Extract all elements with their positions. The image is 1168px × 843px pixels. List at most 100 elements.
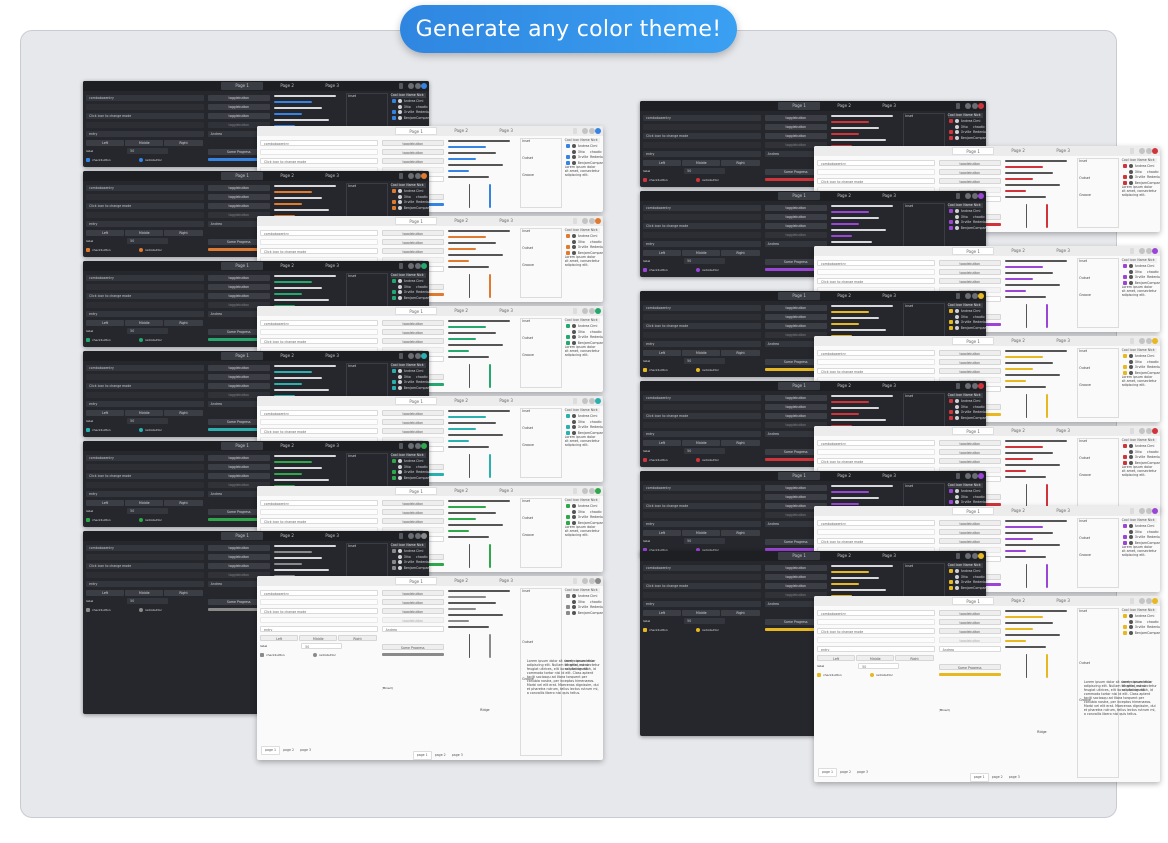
entry-field[interactable]: entry bbox=[86, 401, 204, 407]
minimize-icon[interactable] bbox=[1139, 508, 1145, 514]
table-cool-check[interactable] bbox=[391, 565, 396, 570]
minimize-icon[interactable] bbox=[965, 103, 971, 109]
bottom-notebook-tabs[interactable]: page 1 page 2 page 3 bbox=[261, 746, 314, 755]
vertical-slider-1[interactable] bbox=[468, 634, 471, 658]
minimize-icon[interactable] bbox=[582, 398, 588, 404]
slider-track-3[interactable] bbox=[1004, 172, 1054, 174]
align-left-button[interactable]: Left bbox=[643, 160, 682, 166]
close-icon[interactable] bbox=[978, 553, 984, 559]
radiobutton-dot[interactable] bbox=[695, 268, 700, 272]
close-icon[interactable] bbox=[1152, 148, 1158, 154]
slider-track-4[interactable] bbox=[830, 133, 859, 135]
table-cool-check[interactable] bbox=[949, 125, 953, 129]
align-right-button[interactable]: Right bbox=[164, 230, 203, 236]
table-cool-check[interactable] bbox=[1123, 360, 1127, 364]
slider-track-5[interactable] bbox=[273, 209, 330, 211]
toggle-button-2[interactable]: togglebutton bbox=[764, 494, 827, 500]
slider-track-2[interactable] bbox=[273, 191, 312, 193]
spin-button[interactable]: 50 bbox=[127, 148, 169, 154]
toggle-button-1[interactable]: togglebutton bbox=[938, 520, 1001, 526]
menu-icon[interactable] bbox=[573, 578, 577, 584]
align-middle-button[interactable]: Middle bbox=[682, 440, 721, 446]
close-icon[interactable] bbox=[978, 473, 984, 479]
toggle-button-3[interactable]: togglebutton bbox=[381, 158, 444, 164]
minimize-icon[interactable] bbox=[965, 553, 971, 559]
slider-track-1[interactable] bbox=[273, 365, 337, 367]
close-icon[interactable] bbox=[1152, 248, 1158, 254]
slider-track-1[interactable] bbox=[273, 185, 337, 187]
table-cool-check[interactable] bbox=[566, 330, 570, 334]
toggle-button-2[interactable]: togglebutton bbox=[381, 419, 444, 425]
radiobutton-dot[interactable] bbox=[695, 368, 700, 372]
tab-page-1[interactable]: Page 1 bbox=[395, 487, 437, 495]
slider-track-4[interactable] bbox=[830, 503, 859, 505]
mode-entry[interactable]: Click icon to change mode bbox=[817, 368, 935, 374]
tab-page-2[interactable]: Page 2 bbox=[266, 172, 308, 180]
slider-track-2[interactable] bbox=[830, 311, 869, 313]
menu-icon[interactable] bbox=[399, 533, 403, 539]
align-left-button[interactable]: Left bbox=[643, 440, 682, 446]
toggle-button-1[interactable]: togglebutton bbox=[938, 610, 1001, 616]
entry-empty-1[interactable] bbox=[260, 329, 378, 335]
spin-button[interactable]: 50 bbox=[684, 358, 726, 364]
slider-track-5[interactable] bbox=[830, 229, 887, 231]
slider-track-3[interactable] bbox=[273, 377, 323, 379]
toggle-button-1[interactable]: togglebutton bbox=[207, 95, 270, 101]
slider-track-4[interactable] bbox=[447, 158, 476, 160]
slider-track-3[interactable] bbox=[830, 317, 880, 319]
tab-page-1[interactable]: Page 1 bbox=[395, 217, 437, 225]
menu-icon[interactable] bbox=[956, 193, 960, 199]
entry-field[interactable]: entry bbox=[86, 131, 204, 137]
align-left-button[interactable]: Left bbox=[86, 590, 125, 596]
mode-entry[interactable]: Click icon to change mode bbox=[86, 473, 204, 479]
slider-track-2[interactable] bbox=[273, 371, 312, 373]
tab-page-3[interactable]: Page 3 bbox=[1042, 507, 1084, 515]
slider-track-3[interactable] bbox=[830, 407, 880, 409]
vertical-slider-2[interactable] bbox=[1046, 304, 1049, 328]
tab-page-3[interactable]: Page 3 bbox=[868, 102, 910, 110]
entry-field[interactable]: entry bbox=[643, 241, 761, 247]
align-left-button[interactable]: Left bbox=[643, 530, 682, 536]
close-icon[interactable] bbox=[421, 533, 427, 539]
toggle-button-2[interactable]: togglebutton bbox=[381, 149, 444, 155]
slider-track-1[interactable] bbox=[273, 455, 337, 457]
slider-track-3[interactable] bbox=[830, 217, 880, 219]
progress-button[interactable]: Some Progress bbox=[938, 664, 1001, 670]
entry-field[interactable]: entry bbox=[643, 151, 761, 157]
slider-track-3[interactable] bbox=[273, 287, 323, 289]
table-cool-check[interactable] bbox=[566, 420, 570, 424]
slider-track-4[interactable] bbox=[447, 428, 476, 430]
slider-track-4[interactable] bbox=[273, 383, 302, 385]
entry-empty-1[interactable] bbox=[86, 554, 204, 560]
table-cool-check[interactable] bbox=[1123, 620, 1127, 624]
entry-empty-1[interactable] bbox=[817, 529, 935, 535]
toggle-button-2[interactable]: togglebutton bbox=[938, 269, 1001, 275]
vertical-slider-1[interactable] bbox=[1025, 204, 1028, 228]
menu-icon[interactable] bbox=[399, 443, 403, 449]
table-cool-check[interactable] bbox=[948, 569, 953, 573]
slider-track-2[interactable] bbox=[447, 326, 486, 328]
checkbutton-box[interactable] bbox=[643, 268, 647, 272]
slider-track-2[interactable] bbox=[1004, 166, 1043, 168]
table-cool-check[interactable] bbox=[1123, 530, 1127, 534]
toggle-button-2[interactable]: togglebutton bbox=[381, 599, 444, 605]
combo-select[interactable]: Andrea bbox=[938, 646, 1001, 652]
slider-track-1[interactable] bbox=[1004, 520, 1068, 522]
minimize-icon[interactable] bbox=[1139, 248, 1145, 254]
table-cool-check[interactable] bbox=[948, 500, 953, 504]
entry-empty-1[interactable] bbox=[86, 464, 204, 470]
minimize-icon[interactable] bbox=[1139, 338, 1145, 344]
toggle-button-3[interactable]: togglebutton bbox=[381, 428, 444, 434]
minimize-icon[interactable] bbox=[1139, 148, 1145, 154]
slider-track-3[interactable] bbox=[447, 422, 497, 424]
table-cool-check[interactable] bbox=[1122, 275, 1127, 279]
entry-empty-1[interactable] bbox=[817, 619, 935, 625]
toggle-button-1[interactable]: togglebutton bbox=[381, 320, 444, 326]
slider-track-4[interactable] bbox=[830, 223, 859, 225]
toggle-button-3[interactable]: togglebutton bbox=[938, 178, 1001, 184]
menu-icon[interactable] bbox=[956, 473, 960, 479]
mode-entry[interactable]: Click icon to change mode bbox=[817, 628, 935, 634]
checkbutton-box[interactable] bbox=[86, 518, 90, 522]
minimize-icon[interactable] bbox=[408, 533, 414, 539]
table-cool-check[interactable] bbox=[565, 594, 570, 598]
